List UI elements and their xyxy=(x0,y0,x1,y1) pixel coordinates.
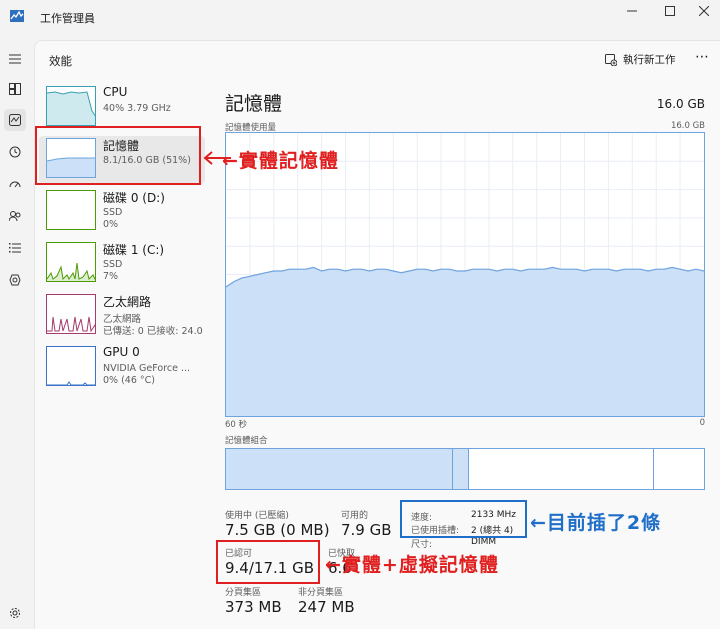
annotation-box-committed xyxy=(216,540,320,584)
form-factor-label: 尺寸: xyxy=(411,540,433,550)
resource-item-cpu[interactable]: CPU 40% 3.79 GHz xyxy=(39,84,205,132)
resource-item-ethernet[interactable]: 乙太網路 乙太網路 已傳送: 0 已接收: 24.0 I xyxy=(39,292,205,340)
gpu-mini-graph xyxy=(47,381,95,385)
memory-usage-graph xyxy=(225,132,705,417)
available-value: 7.9 GB xyxy=(341,521,392,539)
close-button[interactable] xyxy=(684,0,720,22)
annotation-physical-memory: ←實體記憶體 xyxy=(222,150,339,172)
history-icon xyxy=(9,146,21,158)
cpu-thumbnail xyxy=(46,86,96,126)
annotation-slots: ←目前插了2條 xyxy=(530,512,662,534)
cpu-mini-graph xyxy=(47,91,95,125)
resource-value: 7% xyxy=(103,271,119,282)
close-icon xyxy=(699,6,709,16)
memory-usage-chart xyxy=(225,133,705,416)
ethernet-thumbnail xyxy=(46,294,96,334)
resource-title: CPU xyxy=(103,85,128,99)
disk0-thumbnail xyxy=(46,190,96,230)
disk1-mini-graph xyxy=(47,262,95,281)
gpu-thumbnail xyxy=(46,346,96,386)
memory-composition-bar xyxy=(225,448,705,490)
resource-title: GPU 0 xyxy=(103,345,140,359)
resource-subtitle: NVIDIA GeForce ... xyxy=(103,363,191,374)
nav-users[interactable] xyxy=(4,205,26,227)
resource-subtitle: 40% 3.79 GHz xyxy=(103,103,171,114)
hamburger-icon xyxy=(9,54,21,64)
composition-divider xyxy=(653,449,654,489)
title-bar: 工作管理員 xyxy=(0,0,720,34)
task-manager-icon xyxy=(10,10,24,22)
gear-icon xyxy=(10,608,20,618)
services-icon xyxy=(9,274,21,286)
memory-total: 16.0 GB xyxy=(656,97,705,111)
more-options-button[interactable]: ⋯ xyxy=(695,49,709,65)
nav-processes[interactable] xyxy=(4,78,26,100)
resource-title: 磁碟 1 (C:) xyxy=(103,243,165,257)
resource-subtitle: SSD xyxy=(103,207,123,218)
resource-value: 已傳送: 0 已接收: 24.0 I xyxy=(103,326,203,337)
paged-pool-value: 373 MB xyxy=(225,598,282,616)
resource-item-gpu[interactable]: GPU 0 NVIDIA GeForce ... 0% (46 °C) xyxy=(39,344,205,392)
performance-icon xyxy=(9,114,21,126)
nav-services[interactable] xyxy=(4,269,26,291)
minimize-button[interactable] xyxy=(612,0,652,22)
composition-modified xyxy=(453,449,469,489)
in-use-label: 使用中 (已壓縮) xyxy=(225,511,289,521)
composition-label: 記憶體組合 xyxy=(225,436,268,446)
usage-max-label: 16.0 GB xyxy=(670,121,705,131)
maximize-icon xyxy=(665,6,675,16)
nav-app-history[interactable] xyxy=(4,141,26,163)
resource-value: 0% xyxy=(103,219,119,230)
annotation-box-physical xyxy=(35,126,201,185)
in-use-value: 7.5 GB (0 MB) xyxy=(225,521,330,539)
nonpaged-pool-value: 247 MB xyxy=(298,598,355,616)
axis-left-label: 60 秒 xyxy=(225,420,248,430)
ethernet-mini-graph xyxy=(47,316,95,333)
form-factor-value: DIMM xyxy=(471,537,497,547)
usage-area xyxy=(226,267,704,416)
composition-in-use xyxy=(226,449,453,489)
startup-icon xyxy=(9,181,21,188)
resource-subtitle: SSD xyxy=(103,259,123,270)
paged-pool-label: 分頁集區 xyxy=(225,588,262,598)
resource-title: 乙太網路 xyxy=(103,295,152,309)
window-title: 工作管理員 xyxy=(40,12,95,25)
details-icon xyxy=(9,243,21,253)
resource-item-disk-1[interactable]: 磁碟 1 (C:) SSD 7% xyxy=(39,240,205,288)
processes-icon xyxy=(9,83,21,95)
annotation-virtual-memory: ←實體+虛擬記憶體 xyxy=(325,554,499,576)
run-task-icon xyxy=(605,53,617,66)
page-title: 效能 xyxy=(49,54,72,68)
disk1-thumbnail xyxy=(46,242,96,282)
nav-details[interactable] xyxy=(4,237,26,259)
nav-settings[interactable] xyxy=(4,602,26,624)
resource-title: 磁碟 0 (D:) xyxy=(103,191,165,205)
run-new-task-button[interactable]: 執行新工作 xyxy=(605,52,676,67)
resource-value: 0% (46 °C) xyxy=(103,375,155,386)
navigation-rail xyxy=(0,40,34,629)
axis-right-label: 0 xyxy=(699,418,705,428)
annotation-box-slots xyxy=(400,500,527,538)
nav-startup-apps[interactable] xyxy=(4,173,26,195)
hamburger-menu-button[interactable] xyxy=(4,48,26,70)
run-new-task-label: 執行新工作 xyxy=(623,54,676,66)
users-icon xyxy=(9,211,21,222)
available-label: 可用的 xyxy=(341,511,369,521)
resource-item-disk-0[interactable]: 磁碟 0 (D:) SSD 0% xyxy=(39,188,205,236)
memory-title: 記憶體 xyxy=(225,93,283,115)
nonpaged-pool-label: 非分頁集區 xyxy=(298,588,344,598)
nav-performance[interactable] xyxy=(4,109,26,131)
minimize-icon xyxy=(627,10,637,12)
